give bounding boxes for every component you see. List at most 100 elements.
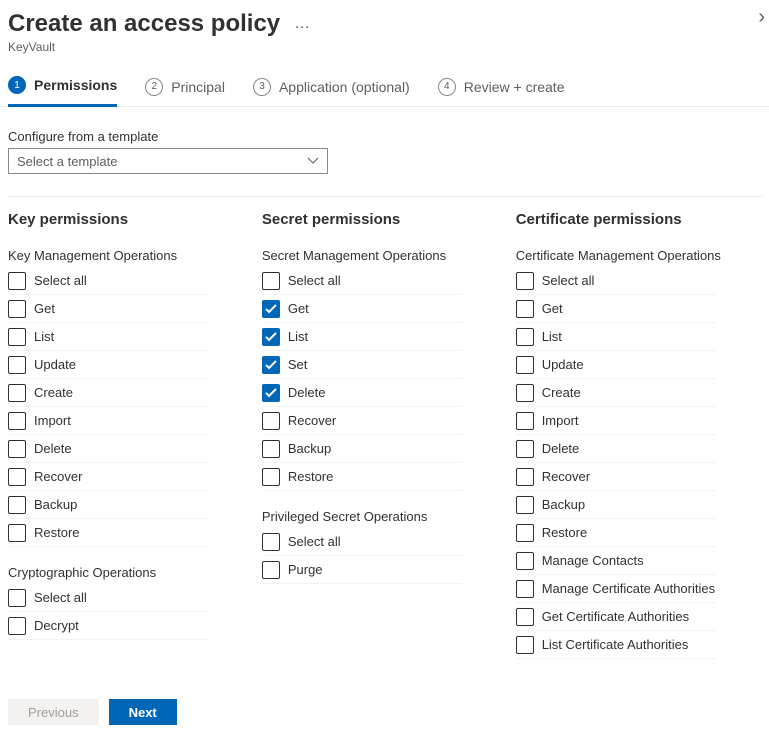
certificate-perm-import[interactable]: Import <box>516 407 716 435</box>
certificate-select-all[interactable]: Select all <box>516 267 716 295</box>
checkbox-icon[interactable] <box>262 328 280 346</box>
key-perm-import[interactable]: Import <box>8 407 208 435</box>
key-perm-decrypt[interactable]: Decrypt <box>8 612 208 640</box>
checkbox-icon[interactable] <box>8 328 26 346</box>
secret-perm-backup[interactable]: Backup <box>262 435 462 463</box>
checkbox-label: Create <box>34 385 73 400</box>
checkbox-icon[interactable] <box>262 533 280 551</box>
checkbox-label: Update <box>34 357 76 372</box>
certificate-perm-delete[interactable]: Delete <box>516 435 716 463</box>
checkbox-icon[interactable] <box>516 524 534 542</box>
certificate-perm-manage-certificate-authorities[interactable]: Manage Certificate Authorities <box>516 575 716 603</box>
tab-step-1[interactable]: 1Permissions <box>8 76 117 107</box>
tab-step-4[interactable]: 4 Review + create <box>438 76 565 107</box>
checkbox-label: Recover <box>288 413 336 428</box>
previous-button[interactable]: Previous <box>8 699 99 725</box>
checkbox-icon[interactable] <box>8 524 26 542</box>
certificate-perm-create[interactable]: Create <box>516 379 716 407</box>
checkbox-icon[interactable] <box>262 412 280 430</box>
key-select-all[interactable]: Select all <box>8 267 208 295</box>
checkbox-icon[interactable] <box>516 496 534 514</box>
checkbox-icon[interactable] <box>8 384 26 402</box>
secret-perm-restore[interactable]: Restore <box>262 463 462 491</box>
certificate-perm-get[interactable]: Get <box>516 295 716 323</box>
checkbox-label: List <box>542 329 562 344</box>
checkbox-icon[interactable] <box>516 412 534 430</box>
certificate-perm-restore[interactable]: Restore <box>516 519 716 547</box>
checkbox-icon[interactable] <box>262 272 280 290</box>
checkbox-icon[interactable] <box>262 356 280 374</box>
secret-perm-set[interactable]: Set <box>262 351 462 379</box>
certificate-perm-backup[interactable]: Backup <box>516 491 716 519</box>
secret-perm-get[interactable]: Get <box>262 295 462 323</box>
tab-step-3[interactable]: 3Application (optional) <box>253 76 410 107</box>
template-select[interactable]: Select a template <box>8 148 328 174</box>
checkbox-icon[interactable] <box>516 636 534 654</box>
checkbox-icon[interactable] <box>516 468 534 486</box>
breadcrumb: KeyVault <box>8 40 761 54</box>
checkbox-icon[interactable] <box>262 300 280 318</box>
certificate-perm-recover[interactable]: Recover <box>516 463 716 491</box>
certificate-perm-manage-contacts[interactable]: Manage Contacts <box>516 547 716 575</box>
next-button[interactable]: Next <box>109 699 177 725</box>
checkbox-icon[interactable] <box>516 580 534 598</box>
checkbox-icon[interactable] <box>8 300 26 318</box>
key-perm-backup[interactable]: Backup <box>8 491 208 519</box>
checkbox-label: Select all <box>34 273 87 288</box>
secret-perm-purge[interactable]: Purge <box>262 556 462 584</box>
secret-select-all[interactable]: Select all <box>262 528 462 556</box>
checkbox-icon[interactable] <box>262 561 280 579</box>
checkbox-icon[interactable] <box>8 589 26 607</box>
key-select-all[interactable]: Select all <box>8 584 208 612</box>
checkbox-label: Backup <box>34 497 77 512</box>
certificate-perm-list[interactable]: List <box>516 323 716 351</box>
close-icon[interactable]: › <box>758 6 765 29</box>
checkbox-icon[interactable] <box>516 608 534 626</box>
checkbox-icon[interactable] <box>516 356 534 374</box>
step-number-icon: 4 <box>438 78 456 96</box>
template-label: Configure from a template <box>8 129 769 144</box>
checkbox-icon[interactable] <box>516 328 534 346</box>
certificate-perm-list-certificate-authorities[interactable]: List Certificate Authorities <box>516 631 716 659</box>
secret-perm-list[interactable]: List <box>262 323 462 351</box>
checkbox-label: Get <box>34 301 55 316</box>
checkbox-icon[interactable] <box>8 468 26 486</box>
key-perm-restore[interactable]: Restore <box>8 519 208 547</box>
checkbox-icon[interactable] <box>8 496 26 514</box>
checkbox-label: Select all <box>34 590 87 605</box>
checkbox-label: Purge <box>288 562 323 577</box>
checkbox-icon[interactable] <box>262 440 280 458</box>
tab-step-2[interactable]: 2Principal <box>145 76 225 107</box>
certificate-perm-get-certificate-authorities[interactable]: Get Certificate Authorities <box>516 603 716 631</box>
secret-perm-delete[interactable]: Delete <box>262 379 462 407</box>
checkbox-label: Update <box>542 357 584 372</box>
checkbox-icon[interactable] <box>8 272 26 290</box>
more-icon[interactable]: … <box>294 15 310 33</box>
checkbox-icon[interactable] <box>516 384 534 402</box>
key-perm-create[interactable]: Create <box>8 379 208 407</box>
step-tabs: 1Permissions 2Principal 3Application (opti… <box>0 76 769 107</box>
checkbox-icon[interactable] <box>8 617 26 635</box>
key-perm-update[interactable]: Update <box>8 351 208 379</box>
secret-select-all[interactable]: Select all <box>262 267 462 295</box>
key-permissions-heading: Key permissions <box>8 211 250 228</box>
secret-perm-recover[interactable]: Recover <box>262 407 462 435</box>
checkbox-label: Restore <box>542 525 588 540</box>
checkbox-icon[interactable] <box>8 356 26 374</box>
key-perm-get[interactable]: Get <box>8 295 208 323</box>
checkbox-icon[interactable] <box>516 300 534 318</box>
checkbox-icon[interactable] <box>8 440 26 458</box>
certificate-perm-update[interactable]: Update <box>516 351 716 379</box>
checkbox-icon[interactable] <box>262 468 280 486</box>
step-label: Review + create <box>464 79 565 95</box>
key-perm-delete[interactable]: Delete <box>8 435 208 463</box>
checkbox-icon[interactable] <box>516 440 534 458</box>
checkbox-icon[interactable] <box>262 384 280 402</box>
checkbox-icon[interactable] <box>8 412 26 430</box>
key-perm-recover[interactable]: Recover <box>8 463 208 491</box>
key-perm-list[interactable]: List <box>8 323 208 351</box>
checkbox-label: Get <box>288 301 309 316</box>
checkbox-label: Recover <box>34 469 82 484</box>
checkbox-icon[interactable] <box>516 272 534 290</box>
checkbox-icon[interactable] <box>516 552 534 570</box>
